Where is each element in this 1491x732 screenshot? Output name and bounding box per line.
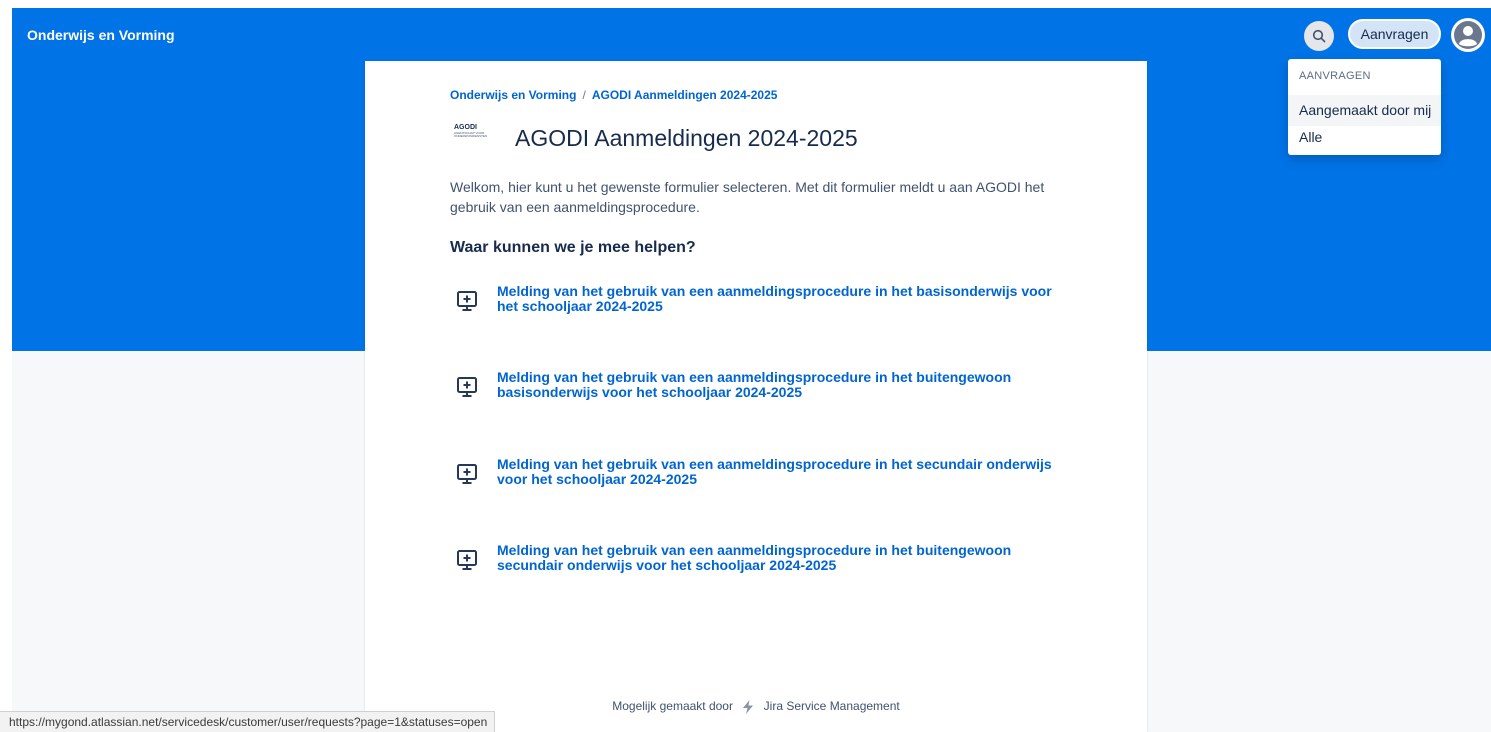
page-title: AGODI Aanmeldingen 2024-2025 — [515, 125, 858, 151]
menu-item-created-by-me[interactable]: Aangemaakt door mij — [1288, 95, 1441, 126]
browser-status-url: https://mygond.atlassian.net/servicedesk… — [0, 711, 495, 732]
page-frame: Onderwijs en Vorming Aanvragen AANVRAGEN… — [12, 8, 1491, 732]
request-type-item[interactable]: Melding van het gebruik van een aanmeldi… — [450, 543, 1070, 583]
brand-link[interactable]: Onderwijs en Vorming — [27, 27, 175, 43]
monitor-plus-icon — [457, 550, 477, 570]
jira-bolt-icon — [743, 700, 754, 714]
help-heading: Waar kunnen we je mee helpen? — [450, 239, 696, 256]
requests-button[interactable]: Aanvragen — [1348, 19, 1441, 49]
breadcrumb-item-portal[interactable]: AGODI Aanmeldingen 2024-2025 — [592, 88, 778, 102]
powered-by-product[interactable]: Jira Service Management — [764, 699, 900, 713]
request-type-label: Melding van het gebruik van een aanmeldi… — [497, 369, 1012, 400]
request-type-label: Melding van het gebruik van een aanmeldi… — [497, 283, 1052, 314]
portal-description: Welkom, hier kunt u het gewenste formuli… — [450, 179, 1045, 215]
requests-dropdown-menu: AANVRAGEN Aangemaakt door mij Alle — [1288, 59, 1441, 155]
request-type-item[interactable]: Melding van het gebruik van een aanmeldi… — [450, 457, 1070, 497]
breadcrumb-separator: / — [582, 88, 586, 102]
portal-card: Onderwijs en Vorming / AGODI Aanmeldingen … — [365, 61, 1147, 732]
request-type-item[interactable]: Melding van het gebruik van een aanmeldi… — [450, 370, 1070, 410]
user-avatar-button[interactable] — [1451, 18, 1485, 52]
breadcrumb-item-home[interactable]: Onderwijs en Vorming — [450, 88, 576, 102]
user-avatar-icon — [1454, 21, 1482, 49]
portal-logo-subtext: AGENTSCHAP VOOR ONDERWIJSDIENSTEN — [454, 131, 488, 138]
monitor-plus-icon — [457, 464, 477, 484]
request-type-item[interactable]: Melding van het gebruik van een aanmeldi… — [450, 284, 1070, 324]
search-button[interactable] — [1304, 21, 1334, 51]
request-type-label: Melding van het gebruik van een aanmeldi… — [497, 542, 1012, 573]
menu-item-all[interactable]: Alle — [1288, 126, 1441, 154]
breadcrumb: Onderwijs en Vorming / AGODI Aanmeldingen … — [450, 88, 777, 102]
request-type-label: Melding van het gebruik van een aanmeldi… — [497, 456, 1052, 487]
requests-menu-heading: AANVRAGEN — [1299, 70, 1371, 82]
requests-button-label: Aanvragen — [1360, 26, 1429, 42]
monitor-plus-icon — [457, 291, 477, 311]
portal-logo: AGODI AGENTSCHAP VOOR ONDERWIJSDIENSTEN — [454, 124, 490, 146]
monitor-plus-icon — [457, 377, 477, 397]
powered-by-prefix: Mogelijk gemaakt door — [612, 699, 733, 714]
search-icon — [1312, 29, 1326, 43]
